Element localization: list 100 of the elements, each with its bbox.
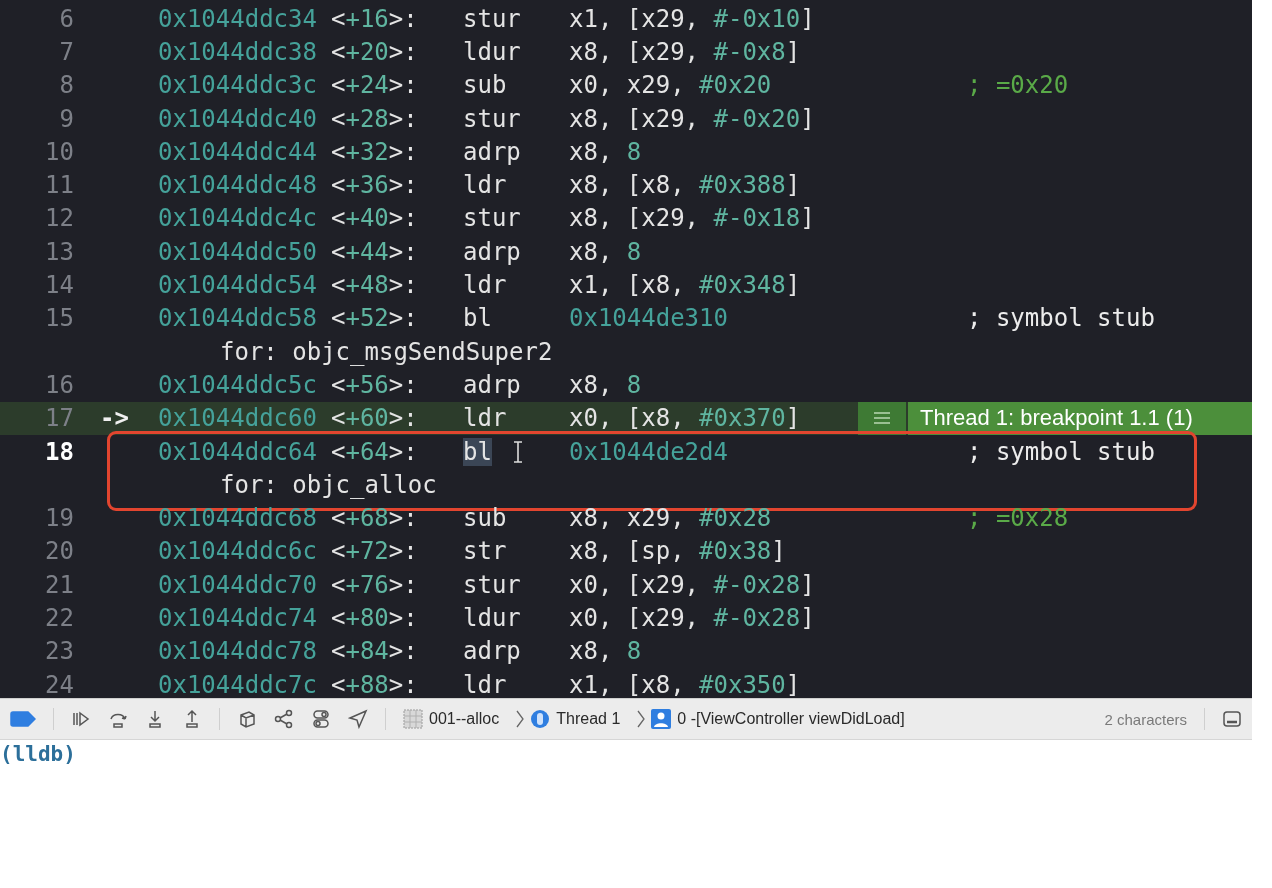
instruction-address: 0x1044ddc48 [158, 171, 318, 200]
mnemonic: ldr [463, 670, 507, 698]
instruction-address: 0x1044ddc64 [158, 437, 318, 466]
instruction-address: 0x1044ddc34 [158, 4, 318, 33]
line-number: 13 [44, 237, 74, 266]
comment-continuation: for: objc_alloc [220, 470, 437, 499]
person-icon [651, 709, 672, 729]
location-arrow-icon[interactable] [348, 709, 368, 729]
instruction-offset: <+28>: [331, 104, 419, 133]
line-number: 9 [58, 104, 74, 133]
breakpoints-toggle[interactable] [10, 711, 36, 727]
breadcrumb-item[interactable]: 001--alloc [429, 710, 500, 728]
line-number: 20 [44, 537, 74, 566]
mnemonic: adrp [463, 137, 521, 166]
cube-icon[interactable] [237, 709, 257, 729]
selection-info: 2 characters [1104, 710, 1187, 728]
thread-icon [530, 709, 551, 729]
operands: x0, x29, #0x20 [569, 71, 773, 100]
line-number: 14 [44, 271, 74, 299]
line-number: 24 [44, 670, 74, 698]
line-number: 12 [44, 204, 74, 233]
line-number: 10 [44, 137, 74, 166]
instruction-offset: <+48>: [331, 271, 419, 299]
operands: x1, [x8, #0x348] [569, 271, 802, 299]
instruction-address: 0x1044ddc5c [158, 370, 318, 399]
operands: x1, [x29, #-0x10] [569, 4, 816, 33]
breadcrumb-item[interactable]: 0 -[ViewController viewDidLoad] [677, 710, 905, 728]
instruction-offset: <+72>: [331, 537, 419, 566]
mnemonic: stur [463, 204, 521, 233]
mnemonic: adrp [463, 370, 521, 399]
instruction-offset: <+24>: [331, 71, 419, 100]
mnemonic: ldr [463, 404, 507, 433]
line-number: 19 [44, 504, 74, 533]
comment: ; =0x20 [967, 71, 1069, 100]
line-number: 11 [44, 171, 74, 200]
comment: ; =0x28 [967, 504, 1069, 533]
instruction-offset: <+44>: [331, 237, 419, 266]
operands: 0x1044de2d4 [569, 437, 729, 466]
continue-icon[interactable] [71, 709, 91, 729]
instruction-offset: <+68>: [331, 504, 419, 533]
operands: x8, [x8, #0x388] [569, 171, 802, 200]
instruction-offset: <+88>: [331, 670, 419, 698]
instruction-address: 0x1044ddc50 [158, 237, 318, 266]
instruction-offset: <+60>: [331, 404, 419, 433]
operands: x8, 8 [569, 137, 643, 166]
instruction-address: 0x1044ddc38 [158, 37, 318, 66]
operands: 0x1044de310 [569, 304, 729, 333]
nodes-icon[interactable] [274, 709, 294, 729]
instruction-address: 0x1044ddc4c [158, 204, 318, 233]
instruction-address: 0x1044ddc58 [158, 304, 318, 333]
operands: x0, [x8, #0x370] [569, 404, 801, 433]
instruction-offset: <+80>: [331, 604, 419, 632]
breadcrumb-item[interactable]: Thread 1 [556, 710, 621, 728]
comment-continuation: for: objc_msgSendSuper2 [220, 337, 553, 366]
chevron-icon [516, 709, 525, 729]
instruction-offset: <+32>: [331, 137, 419, 166]
line-number: 7 [58, 37, 74, 66]
mnemonic: ldur [463, 604, 521, 632]
mnemonic: ldr [463, 271, 507, 299]
mnemonic: sub [463, 504, 507, 533]
instruction-address: 0x1044ddc54 [158, 271, 318, 299]
instruction-address: 0x1044ddc70 [158, 570, 318, 599]
instruction-address: 0x1044ddc74 [158, 604, 318, 632]
mnemonic: stur [463, 104, 521, 133]
chevron-icon [637, 709, 646, 729]
console-prompt: (lldb) [0, 742, 76, 766]
pc-arrow: -> [100, 404, 129, 433]
line-number: 8 [58, 71, 74, 100]
mnemonic: ldur [463, 37, 521, 66]
instruction-offset: <+56>: [331, 370, 419, 399]
line-number: 21 [44, 570, 74, 599]
instruction-offset: <+76>: [331, 570, 419, 599]
instruction-offset: <+52>: [331, 304, 419, 333]
breakpoint-badge: Thread 1: breakpoint 1.1 (1) [906, 401, 1252, 435]
mnemonic: sub [463, 71, 507, 100]
instruction-offset: <+16>: [331, 4, 419, 33]
mnemonic: ldr [463, 171, 507, 200]
line-number: 23 [44, 637, 74, 666]
operands: x8, [x29, #-0x8] [569, 37, 802, 66]
instruction-address: 0x1044ddc7c [158, 670, 318, 698]
instruction-address: 0x1044ddc44 [158, 137, 318, 166]
operands: x8, 8 [569, 370, 643, 399]
toggles-icon[interactable] [311, 709, 331, 729]
line-number: 16 [44, 370, 74, 399]
operands: x0, [x29, #-0x28] [569, 570, 816, 599]
instruction-address: 0x1044ddc3c [158, 71, 318, 100]
operands: x8, [sp, #0x38] [569, 537, 787, 566]
mnemonic: str [463, 537, 507, 566]
line-number: 22 [44, 604, 74, 632]
line-number: 6 [58, 4, 74, 33]
app-grid-icon [403, 709, 423, 729]
console-toggle-icon[interactable] [1222, 709, 1242, 729]
instruction-offset: <+84>: [331, 637, 419, 666]
mnemonic: stur [463, 4, 521, 33]
line-number: 15 [44, 304, 74, 333]
instruction-address: 0x1044ddc60 [158, 404, 318, 433]
instruction-offset: <+64>: [331, 437, 419, 466]
operands: x8, 8 [569, 237, 643, 266]
mnemonic: adrp [463, 637, 521, 666]
operands: x8, x29, #0x28 [569, 504, 773, 533]
